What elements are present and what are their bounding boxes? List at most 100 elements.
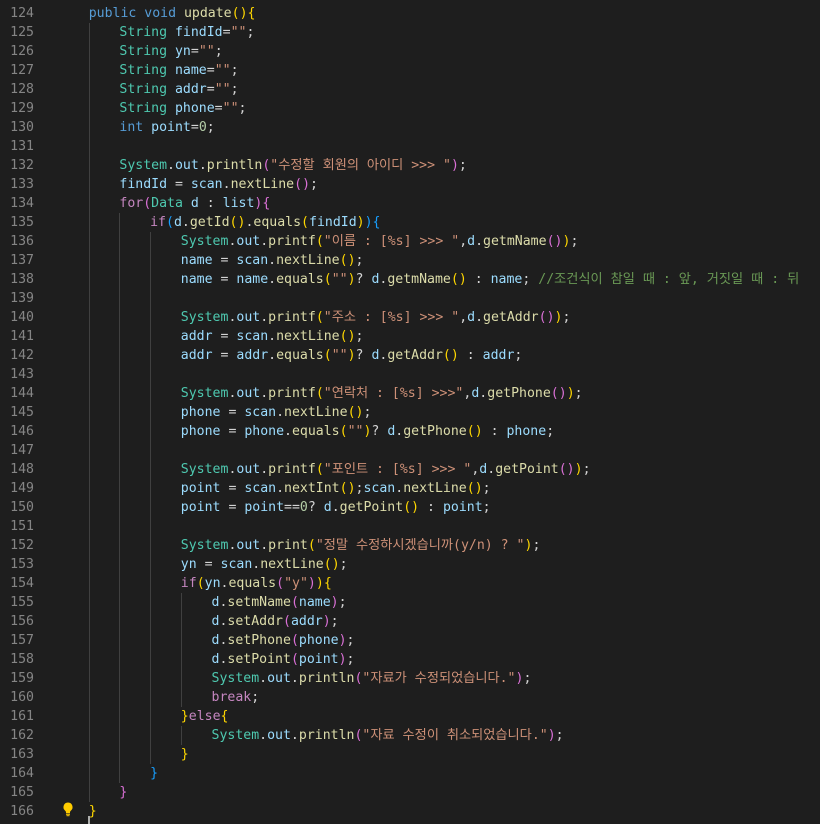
code-text[interactable]: findId = scan.nextLine(); <box>119 175 318 194</box>
code-line[interactable]: 150 point = point==0? d.getPoint() : poin… <box>0 498 820 517</box>
code-token: . <box>276 405 285 420</box>
code-editor[interactable]: 124 public void update(){ 125 String findId… <box>0 0 820 824</box>
code-line[interactable]: 140 System.out.printf("주소 : [%s] >>> ",d.… <box>0 308 820 327</box>
line-number: 149 <box>10 481 34 496</box>
code-line[interactable]: 151 <box>0 517 820 536</box>
code-line[interactable]: 124 public void update(){ <box>0 4 820 23</box>
code-token: . <box>475 310 484 325</box>
code-line[interactable]: 163} <box>0 745 820 764</box>
code-line[interactable]: 159 System.out.println("자료가 수정되었습니다."); <box>0 669 820 688</box>
code-line[interactable]: 126 String yn=""; <box>0 42 820 61</box>
code-token: addr <box>180 329 213 344</box>
code-text[interactable]: addr = scan.nextLine(); <box>181 327 364 346</box>
code-text[interactable]: String findId=""; <box>119 23 254 42</box>
code-line[interactable]: 136 System.out.printf("이름 : [%s] >>> ",d.… <box>0 232 820 251</box>
code-line[interactable]: 155 d.setmName(name); <box>0 593 820 612</box>
code-text[interactable]: } <box>181 745 189 764</box>
code-token: = <box>220 405 245 420</box>
code-token: out <box>236 462 261 477</box>
code-line[interactable]: 161}else{ <box>0 707 820 726</box>
code-text[interactable]: String name=""; <box>119 61 238 80</box>
code-text[interactable]: d.setAddr(addr); <box>212 612 339 631</box>
code-text[interactable]: d.setPhone(phone); <box>212 631 355 650</box>
code-line[interactable]: 125 String findId=""; <box>0 23 820 42</box>
code-text[interactable]: point = scan.nextInt();scan.nextLine(); <box>181 479 491 498</box>
code-line[interactable]: 142 addr = addr.equals("")? d.getAddr() :… <box>0 346 820 365</box>
lightbulb-icon[interactable] <box>60 801 76 817</box>
code-token: ( <box>315 462 324 477</box>
code-text[interactable]: String yn=""; <box>119 42 222 61</box>
code-text[interactable]: int point=0; <box>119 118 214 137</box>
code-line[interactable]: 147 <box>0 441 820 460</box>
code-line[interactable]: 165} <box>0 783 820 802</box>
code-line[interactable]: 130 int point=0; <box>0 118 820 137</box>
code-text[interactable]: d.setmName(name); <box>212 593 347 612</box>
code-text[interactable]: } <box>119 783 127 802</box>
code-line[interactable]: 146 phone = phone.equals("")? d.getPhone(… <box>0 422 820 441</box>
code-line[interactable]: 134 for(Data d : list){ <box>0 194 820 213</box>
code-line[interactable]: 157 d.setPhone(phone); <box>0 631 820 650</box>
code-text[interactable]: System.out.printf("포인트 : [%s] >>> ",d.ge… <box>181 460 591 479</box>
code-text[interactable]: String addr=""; <box>119 80 238 99</box>
code-line[interactable]: 152 System.out.print("정말 수정하시겠습니까(y/n) ? … <box>0 536 820 555</box>
code-line[interactable]: 162 System.out.println("자료 수정이 취소되었습니다.")… <box>0 726 820 745</box>
code-token: ) <box>411 500 420 515</box>
code-text[interactable]: }else{ <box>181 707 229 726</box>
code-text[interactable]: phone = phone.equals("")? d.getPhone() :… <box>181 422 554 441</box>
code-line[interactable]: 166} <box>0 802 820 821</box>
code-text[interactable]: point = point==0? d.getPoint() : point; <box>181 498 491 517</box>
code-text[interactable]: String phone=""; <box>119 99 246 118</box>
code-line[interactable]: 156 d.setAddr(addr); <box>0 612 820 631</box>
code-text[interactable]: System.out.println("자료 수정이 취소되었습니다."); <box>212 726 564 745</box>
code-text[interactable]: public void update(){ <box>89 4 256 23</box>
code-line[interactable]: 145 phone = scan.nextLine(); <box>0 403 820 422</box>
code-line[interactable]: 135 if(d.getId().equals(findId)){ <box>0 213 820 232</box>
code-line[interactable]: 132 System.out.println("수정할 회원의 아이디 >>> "… <box>0 156 820 175</box>
code-line[interactable]: 133 findId = scan.nextLine(); <box>0 175 820 194</box>
code-line[interactable]: 129 String phone=""; <box>0 99 820 118</box>
code-line[interactable]: 138 name = name.equals("")? d.getmName() … <box>0 270 820 289</box>
code-token: for <box>119 196 144 211</box>
code-text[interactable]: name = name.equals("")? d.getmName() : n… <box>181 270 799 289</box>
code-text[interactable]: for(Data d : list){ <box>119 194 270 213</box>
code-text[interactable]: break; <box>212 688 260 707</box>
code-line[interactable]: 143 <box>0 365 820 384</box>
code-token: 0 <box>299 500 308 515</box>
code-text[interactable]: yn = scan.nextLine(); <box>181 555 348 574</box>
code-text[interactable]: addr = addr.equals("")? d.getAddr() : ad… <box>181 346 523 365</box>
code-token: } <box>119 785 128 800</box>
code-line[interactable]: 144 System.out.printf("연락처 : [%s] >>>",d.… <box>0 384 820 403</box>
code-line[interactable]: 154 if(yn.equals("y")){ <box>0 574 820 593</box>
code-line[interactable]: 131 <box>0 137 820 156</box>
code-line[interactable]: 164} <box>0 764 820 783</box>
code-line[interactable]: 137 name = scan.nextLine(); <box>0 251 820 270</box>
code-text[interactable]: if(d.getId().equals(findId)){ <box>150 213 380 232</box>
code-token: . <box>260 538 269 553</box>
line-number: 125 <box>10 25 34 40</box>
code-text[interactable]: } <box>150 764 158 783</box>
code-text[interactable]: name = scan.nextLine(); <box>181 251 364 270</box>
code-token: ( <box>301 215 309 230</box>
code-text[interactable]: phone = scan.nextLine(); <box>181 403 372 422</box>
code-text[interactable]: System.out.printf("이름 : [%s] >>> ",d.get… <box>181 232 579 251</box>
code-text[interactable]: System.out.printf("주소 : [%s] >>> ",d.get… <box>181 308 571 327</box>
code-token: ( <box>315 310 324 325</box>
code-line[interactable]: 153 yn = scan.nextLine(); <box>0 555 820 574</box>
code-text[interactable]: System.out.printf("연락처 : [%s] >>>",d.get… <box>181 384 583 403</box>
code-text[interactable]: System.out.print("정말 수정하시겠습니까(y/n) ? "); <box>181 536 541 555</box>
code-line[interactable]: 139 <box>0 289 820 308</box>
code-line[interactable]: 149 point = scan.nextInt();scan.nextLine(… <box>0 479 820 498</box>
code-line[interactable]: 160 break; <box>0 688 820 707</box>
code-text[interactable]: d.setPoint(point); <box>212 650 355 669</box>
code-token: ( <box>403 500 412 515</box>
code-text[interactable]: System.out.println("자료가 수정되었습니다."); <box>212 669 532 688</box>
code-line[interactable]: 127 String name=""; <box>0 61 820 80</box>
code-line[interactable]: 128 String addr=""; <box>0 80 820 99</box>
code-line[interactable]: 148 System.out.printf("포인트 : [%s] >>> ",d… <box>0 460 820 479</box>
line-number: 130 <box>10 120 34 135</box>
code-text[interactable]: if(yn.equals("y")){ <box>181 574 332 593</box>
code-line[interactable]: 141 addr = scan.nextLine(); <box>0 327 820 346</box>
code-text[interactable]: System.out.println("수정할 회원의 아이디 >>> "); <box>119 156 466 175</box>
code-line[interactable]: 158 d.setPoint(point); <box>0 650 820 669</box>
code-token: ( <box>276 576 285 591</box>
